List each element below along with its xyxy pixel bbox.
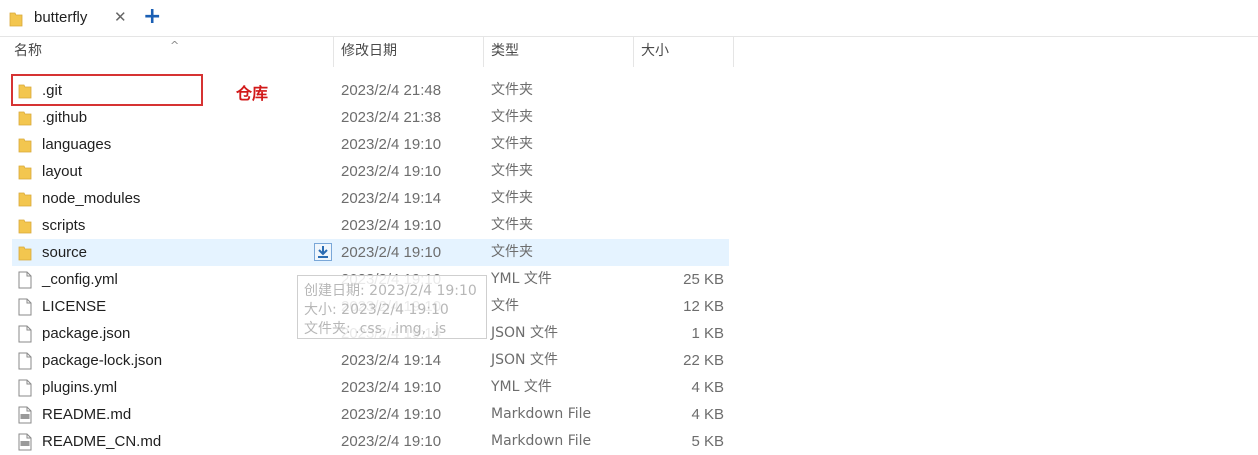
file-row[interactable]: node_modules 2023/2/4 19:14 文件夹 xyxy=(12,185,729,212)
file-name: package-lock.json xyxy=(42,352,163,369)
file-row[interactable]: scripts 2023/2/4 19:10 文件夹 xyxy=(12,212,729,239)
file-row[interactable]: package-lock.json 2023/2/4 19:14 JSON 文件 22… xyxy=(12,347,729,374)
tooltip-line: 文件夹: .css, .img, .js xyxy=(304,321,447,337)
file-modified-date: 2023/2/4 19:10 xyxy=(341,244,442,261)
file-size xyxy=(634,131,724,158)
file-size: 4 KB xyxy=(691,406,724,423)
file-type: YML 文件 xyxy=(491,379,552,395)
annotation-label: 仓库 xyxy=(236,84,269,103)
column-divider[interactable] xyxy=(733,36,734,67)
tab-bar: butterfly ✕ + xyxy=(0,0,1258,37)
file-name: _config.yml xyxy=(42,271,118,288)
close-icon[interactable]: ✕ xyxy=(114,8,127,26)
file-icon xyxy=(18,352,32,374)
column-size[interactable]: 大小 xyxy=(633,36,733,67)
folder-icon xyxy=(18,190,32,211)
file-size: 25 KB xyxy=(683,271,724,288)
column-modified[interactable]: 修改日期 xyxy=(333,36,483,67)
tooltip-line: 大小: 2023/2/4 19:10 xyxy=(304,302,449,318)
folder-icon xyxy=(18,163,32,184)
file-name: scripts xyxy=(42,217,86,234)
column-name-label: 名称 xyxy=(14,43,42,59)
file-modified-date: 2023/2/4 19:10 xyxy=(341,433,442,450)
new-tab-button[interactable]: + xyxy=(143,4,161,29)
file-modified-date: 2023/2/4 21:38 xyxy=(341,109,442,126)
file-size xyxy=(634,104,724,131)
column-size-label: 大小 xyxy=(641,43,669,59)
sort-ascending-icon: ^ xyxy=(170,39,180,52)
file-size xyxy=(634,212,724,239)
file-size xyxy=(634,239,724,266)
markdown-file-icon xyxy=(18,433,32,455)
file-modified-date: 2023/2/4 19:10 xyxy=(341,406,442,423)
file-type: 文件 xyxy=(491,298,519,314)
file-type: Markdown File xyxy=(491,406,592,422)
folder-icon xyxy=(18,109,32,130)
folder-icon xyxy=(9,10,23,31)
file-type: 文件夹 xyxy=(491,217,533,233)
file-icon xyxy=(18,325,32,347)
file-icon xyxy=(18,379,32,401)
file-name: node_modules xyxy=(42,190,141,207)
file-type: JSON 文件 xyxy=(491,325,558,341)
folder-icon xyxy=(18,136,32,157)
file-tooltip: 创建日期: 2023/2/4 19:10 大小: 2023/2/4 19:10 … xyxy=(297,275,487,339)
download-icon[interactable] xyxy=(314,243,332,261)
column-type[interactable]: 类型 xyxy=(483,36,633,67)
file-size: 12 KB xyxy=(683,298,724,315)
column-modified-label: 修改日期 xyxy=(341,43,397,59)
file-icon xyxy=(18,298,32,320)
tooltip-line: 创建日期: 2023/2/4 19:10 xyxy=(304,283,477,299)
file-row[interactable]: README_CN.md 2023/2/4 19:10 Markdown File 5… xyxy=(12,428,729,455)
file-row[interactable]: .github 2023/2/4 21:38 文件夹 xyxy=(12,104,729,131)
file-name: languages xyxy=(42,136,112,153)
file-type: 文件夹 xyxy=(491,190,533,206)
file-name: LICENSE xyxy=(42,298,107,315)
folder-icon xyxy=(18,244,32,265)
file-modified-date: 2023/2/4 19:10 xyxy=(341,163,442,180)
file-row[interactable]: README.md 2023/2/4 19:10 Markdown File 4 KB xyxy=(12,401,729,428)
tab-title: butterfly xyxy=(34,9,88,26)
file-size xyxy=(634,77,724,104)
file-name: layout xyxy=(42,163,83,180)
file-type: 文件夹 xyxy=(491,244,533,260)
tab-butterfly[interactable]: butterfly ✕ xyxy=(0,0,136,36)
file-name: package.json xyxy=(42,325,131,342)
file-row[interactable]: layout 2023/2/4 19:10 文件夹 xyxy=(12,158,729,185)
file-name: source xyxy=(42,244,88,261)
file-row[interactable]: languages 2023/2/4 19:10 文件夹 xyxy=(12,131,729,158)
file-modified-date: 2023/2/4 19:10 xyxy=(341,217,442,234)
file-size: 5 KB xyxy=(691,433,724,450)
file-name: README_CN.md xyxy=(42,433,162,450)
file-row[interactable]: source 2023/2/4 19:10 文件夹 xyxy=(12,239,729,266)
file-size: 1 KB xyxy=(691,325,724,342)
file-row[interactable]: plugins.yml 2023/2/4 19:10 YML 文件 4 KB xyxy=(12,374,729,401)
file-type: JSON 文件 xyxy=(491,352,558,368)
file-icon xyxy=(18,271,32,293)
file-type: 文件夹 xyxy=(491,163,533,179)
file-modified-date: 2023/2/4 21:48 xyxy=(341,82,442,99)
file-modified-date: 2023/2/4 19:14 xyxy=(341,352,442,369)
column-header: 名称 ^ 修改日期 类型 大小 xyxy=(0,36,734,67)
file-size xyxy=(634,158,724,185)
column-name[interactable]: 名称 ^ xyxy=(6,36,333,67)
column-type-label: 类型 xyxy=(491,43,519,59)
markdown-file-icon xyxy=(18,406,32,428)
file-name: plugins.yml xyxy=(42,379,118,396)
file-name: .github xyxy=(42,109,88,126)
file-modified-date: 2023/2/4 19:10 xyxy=(341,379,442,396)
file-type: 文件夹 xyxy=(491,136,533,152)
folder-icon xyxy=(18,217,32,238)
file-name: README.md xyxy=(42,406,132,423)
file-type: 文件夹 xyxy=(491,82,533,98)
file-type: Markdown File xyxy=(491,433,592,449)
file-type: YML 文件 xyxy=(491,271,552,287)
file-modified-date: 2023/2/4 19:10 xyxy=(341,136,442,153)
file-size xyxy=(634,185,724,212)
file-size: 22 KB xyxy=(683,352,724,369)
annotation-highlight-box xyxy=(11,74,203,106)
file-type: 文件夹 xyxy=(491,109,533,125)
file-modified-date: 2023/2/4 19:14 xyxy=(341,190,442,207)
file-size: 4 KB xyxy=(691,379,724,396)
